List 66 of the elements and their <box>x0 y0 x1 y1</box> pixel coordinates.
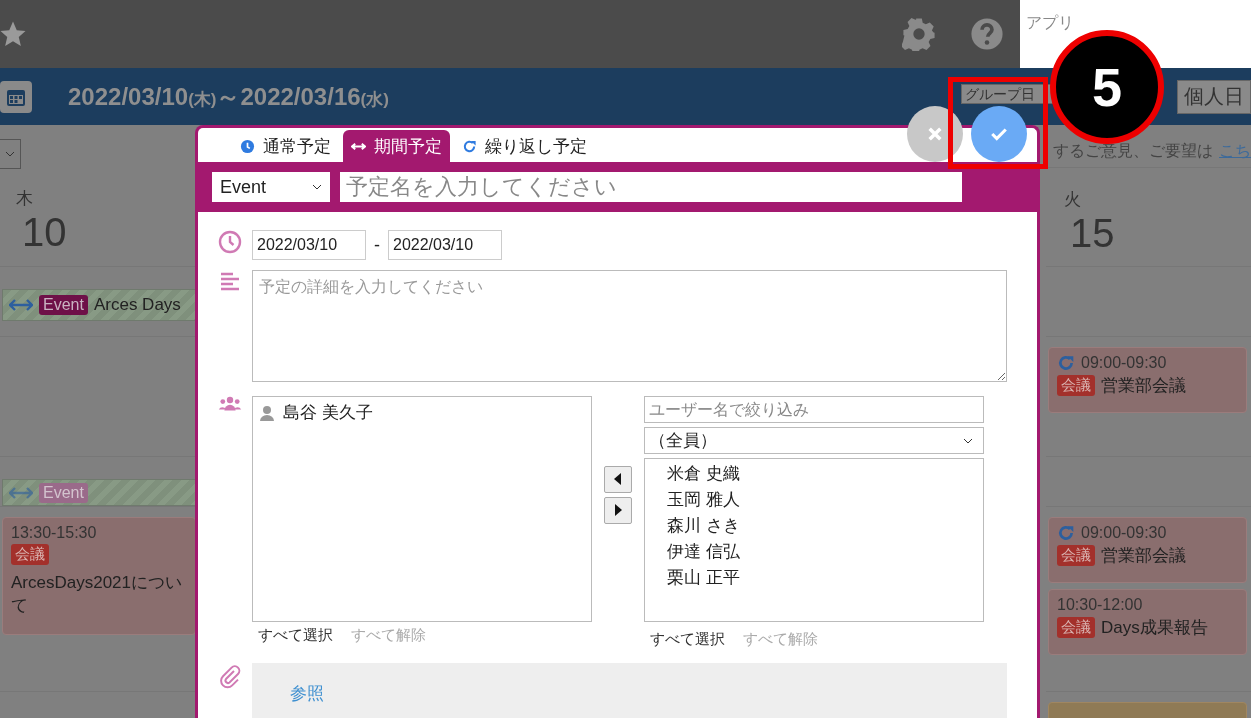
candidate-item[interactable]: 米倉 史織 <box>667 461 961 487</box>
user-filter-field[interactable]: ユーザー名で絞り込み <box>644 396 984 423</box>
move-left-button[interactable] <box>604 465 632 493</box>
repeat-icon <box>1057 354 1075 372</box>
clock-icon <box>218 230 242 254</box>
event-card[interactable]: 09:00-09:30 会議 営業部会議 <box>1048 517 1247 583</box>
settings-icon[interactable] <box>902 17 936 51</box>
move-right-button[interactable] <box>604 496 632 524</box>
candidate-item[interactable]: 栗山 正平 <box>667 565 961 591</box>
title-field[interactable]: 予定名を入力してください <box>340 172 962 202</box>
chevron-icon <box>5 151 15 157</box>
date-separator: - <box>374 234 380 256</box>
view-button[interactable]: 個人日 <box>1177 79 1251 114</box>
event-card[interactable]: 10:30-12:00 会議 Days成果報告 <box>1048 589 1247 655</box>
close-icon <box>926 126 944 142</box>
event-tag: Event <box>39 482 88 503</box>
weekday-label: 火 <box>1064 189 1082 211</box>
group-select[interactable]: （全員） <box>644 427 984 454</box>
arrows-icon <box>9 299 33 311</box>
event-tag: Event <box>39 295 88 315</box>
view-button[interactable]: グループ日 <box>961 84 1053 104</box>
date-range: 2022/03/10(木)～2022/03/16(水) <box>68 81 389 112</box>
detail-field[interactable]: 予定の詳細を入力してください <box>252 270 1007 382</box>
start-date-field[interactable]: 2022/03/10 <box>252 230 366 260</box>
help-icon[interactable] <box>970 17 1004 51</box>
category-select[interactable]: Event <box>212 172 330 202</box>
repeat-icon <box>462 138 477 154</box>
paperclip-icon <box>218 665 242 689</box>
search-input[interactable]: アプリ <box>1026 14 1076 32</box>
day-number: 15 <box>1070 211 1116 256</box>
right-triangle-icon <box>614 504 622 516</box>
chevron-icon <box>312 184 322 190</box>
candidate-item[interactable]: 伊達 信弘 <box>667 539 961 565</box>
day-number: 10 <box>22 210 68 255</box>
participant-item[interactable]: 島谷 美久子 <box>259 401 585 424</box>
clock-icon <box>240 138 255 154</box>
select-all-link[interactable]: すべて選択 <box>650 630 725 649</box>
person-icon <box>259 404 275 421</box>
event-card[interactable]: 13:30-15:30 会議 ArcesDays2021について <box>2 517 196 635</box>
event-title: Arces Days <box>93 295 181 315</box>
arrows-icon <box>9 486 33 499</box>
event-time: 10:30-12:00 <box>1057 596 1143 614</box>
left-triangle-icon <box>614 473 622 485</box>
event-title: 営業部会議 <box>1101 545 1186 567</box>
calendar-icon[interactable] <box>0 80 32 113</box>
candidate-item[interactable]: 玉岡 雅人 <box>667 487 961 513</box>
event-tag: 会議 <box>11 544 49 565</box>
event-time: 13:30-15:30 <box>11 524 97 542</box>
event-card[interactable]: 09:00-09:30 会議 営業部会議 <box>1048 347 1247 413</box>
weekday-label: 木 <box>16 188 34 210</box>
event-tag: 会議 <box>1057 375 1095 396</box>
event-title: 営業部会議 <box>1101 375 1186 397</box>
event-tag: 会議 <box>1057 545 1095 566</box>
event-title: ArcesDays2021について <box>11 572 183 617</box>
repeat-icon <box>1057 524 1075 542</box>
select-all-link[interactable]: すべて選択 <box>258 626 333 645</box>
event-tag: 会議 <box>1057 617 1095 638</box>
event-time: 09:00-09:30 <box>1081 524 1167 542</box>
event-time: 09:00-09:30 <box>1081 354 1167 372</box>
end-date-field[interactable]: 2022/03/10 <box>388 230 502 260</box>
tab[interactable]: 期間予定 <box>343 130 450 162</box>
check-icon <box>990 126 1008 142</box>
dropdown[interactable] <box>0 139 21 169</box>
event-title: Days成果報告 <box>1101 617 1208 639</box>
chevron-icon <box>963 437 973 444</box>
candidate-item[interactable]: 森川 さき <box>667 513 961 539</box>
